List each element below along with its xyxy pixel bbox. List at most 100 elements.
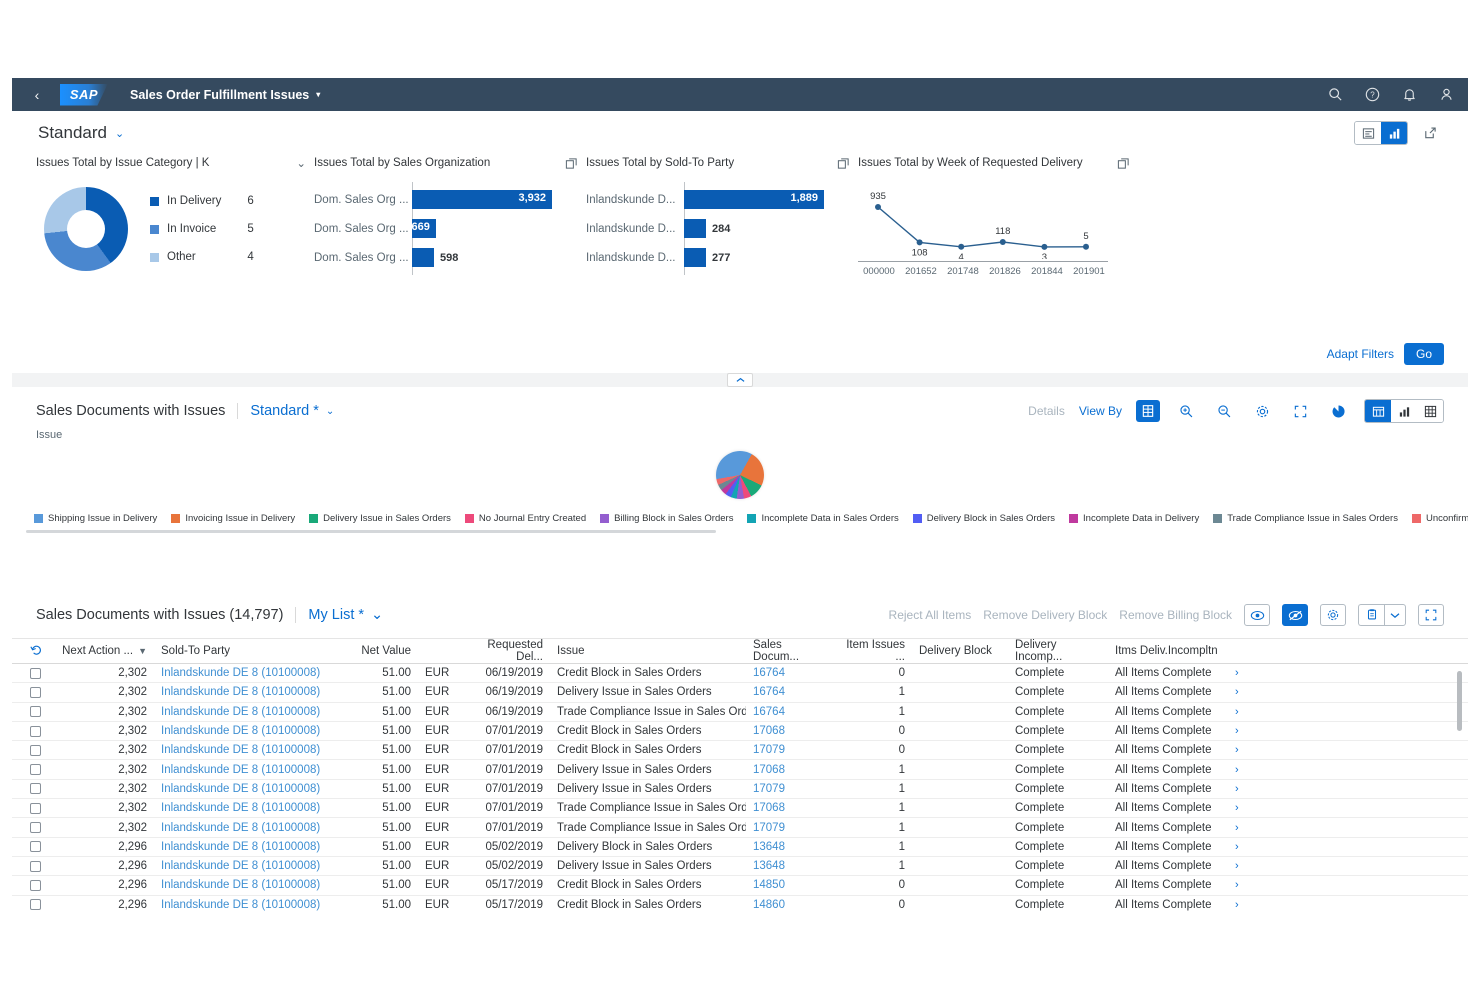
line-data-point[interactable] <box>1083 243 1089 250</box>
cell-sold-to-party[interactable]: Inlandskunde DE 8 (10100008) <box>154 779 344 800</box>
table-row[interactable]: 2,302 Inlandskunde DE 8 (10100008) 51.00 EU… <box>12 759 1468 780</box>
cell-navigation[interactable]: › <box>1228 682 1258 703</box>
chevron-right-icon[interactable]: › <box>1235 802 1239 814</box>
collapse-filter-bar-button[interactable] <box>727 373 753 387</box>
share-icon[interactable] <box>1418 122 1442 144</box>
undo-icon[interactable] <box>30 645 42 659</box>
bar-row[interactable]: Dom. Sales Org ... 669 <box>314 211 578 246</box>
sales-document-link[interactable]: 17079 <box>753 822 785 834</box>
bar-row[interactable]: Inlandskunde D... 284 <box>586 211 850 246</box>
row-checkbox[interactable] <box>30 841 41 853</box>
remove-billing-block-button[interactable]: Remove Billing Block <box>1119 608 1232 622</box>
sold-to-party-link[interactable]: Inlandskunde DE 8 (10100008) <box>161 860 320 872</box>
cell-navigation[interactable]: › <box>1228 663 1258 684</box>
cell-navigation[interactable]: › <box>1228 740 1258 761</box>
line-data-point[interactable] <box>916 239 923 246</box>
cell-sold-to-party[interactable]: Inlandskunde DE 8 (10100008) <box>154 759 344 780</box>
row-checkbox[interactable] <box>30 764 41 776</box>
pie-chart-icon[interactable] <box>1326 400 1350 422</box>
sales-document-link[interactable]: 14860 <box>753 899 785 911</box>
sales-document-link[interactable]: 17079 <box>753 783 785 795</box>
donut-legend-item[interactable]: Other 4 <box>150 251 254 263</box>
export-icon[interactable] <box>1358 604 1384 626</box>
bar[interactable] <box>684 248 706 267</box>
row-checkbox[interactable] <box>30 725 41 737</box>
cell-sold-to-party[interactable]: Inlandskunde DE 8 (10100008) <box>154 682 344 703</box>
cell-navigation[interactable]: › <box>1228 837 1258 857</box>
cell-sold-to-party[interactable]: Inlandskunde DE 8 (10100008) <box>154 740 344 761</box>
sales-document-link[interactable]: 16764 <box>753 706 785 718</box>
row-select-cell[interactable] <box>12 663 54 684</box>
hide-icon[interactable] <box>1282 604 1308 626</box>
cell-sold-to-party[interactable]: Inlandskunde DE 8 (10100008) <box>154 837 344 857</box>
undo-column-header[interactable] <box>12 638 54 664</box>
row-select-cell[interactable] <box>12 702 54 722</box>
app-title[interactable]: Sales Order Fulfillment Issues ▾ <box>130 88 320 102</box>
line-data-point[interactable] <box>875 204 881 210</box>
sales-document-link[interactable]: 17068 <box>753 725 785 737</box>
cell-sold-to-party[interactable]: Inlandskunde DE 8 (10100008) <box>154 875 344 896</box>
bar[interactable] <box>684 219 706 238</box>
donut-legend-item[interactable]: In Invoice 5 <box>150 223 254 235</box>
user-icon[interactable] <box>1439 87 1454 102</box>
table-row[interactable]: 2,302 Inlandskunde DE 8 (10100008) 51.00 EU… <box>12 798 1468 819</box>
sold-to-party-link[interactable]: Inlandskunde DE 8 (10100008) <box>161 841 320 853</box>
chevron-down-icon[interactable]: ⌄ <box>284 156 306 170</box>
adapt-filters-button[interactable]: Adapt Filters <box>1327 347 1394 361</box>
sales-document-link[interactable]: 17079 <box>753 744 785 756</box>
fullscreen-icon[interactable] <box>1418 604 1444 626</box>
chevron-right-icon[interactable]: › <box>1235 899 1239 911</box>
table-variant-selector[interactable]: My List * ⌄ <box>308 607 383 623</box>
line-data-point[interactable] <box>958 243 965 250</box>
bar[interactable]: 1,889 <box>684 190 824 209</box>
table-row[interactable]: 2,302 Inlandskunde DE 8 (10100008) 51.00 EU… <box>12 817 1468 838</box>
cell-sales-document[interactable]: 17068 <box>746 759 834 780</box>
chevron-right-icon[interactable]: › <box>1235 667 1239 679</box>
bar[interactable]: 669 <box>411 219 436 238</box>
row-select-cell[interactable] <box>12 895 54 913</box>
fullscreen-icon[interactable] <box>1288 400 1312 422</box>
pie-chart[interactable] <box>716 451 764 499</box>
cell-sales-document[interactable]: 17068 <box>746 721 834 742</box>
sold-to-party-link[interactable]: Inlandskunde DE 8 (10100008) <box>161 822 320 834</box>
cell-sold-to-party[interactable]: Inlandskunde DE 8 (10100008) <box>154 721 344 742</box>
cell-sales-document[interactable]: 16764 <box>746 702 834 722</box>
bar-row[interactable]: Inlandskunde D... 277 <box>586 240 850 275</box>
back-button[interactable]: ‹ <box>26 87 48 103</box>
cell-sold-to-party[interactable]: Inlandskunde DE 8 (10100008) <box>154 895 344 913</box>
line-data-point[interactable] <box>999 239 1006 245</box>
cell-sold-to-party[interactable]: Inlandskunde DE 8 (10100008) <box>154 702 344 722</box>
sales-document-link[interactable]: 17068 <box>753 764 785 776</box>
sold-to-party-bar-chart[interactable]: Inlandskunde D... 1,889 Inlandskunde D... 2… <box>586 182 850 275</box>
show-icon[interactable] <box>1244 604 1270 626</box>
sales-document-link[interactable]: 13648 <box>753 841 785 853</box>
chevron-right-icon[interactable]: › <box>1235 822 1239 834</box>
filter-variant-selector[interactable]: Standard ⌄ <box>38 123 124 143</box>
legend-item[interactable]: Trade Compliance Issue in Sales Orders <box>1213 513 1398 524</box>
sold-to-party-link[interactable]: Inlandskunde DE 8 (10100008) <box>161 744 320 756</box>
bar[interactable] <box>412 248 434 267</box>
table-row[interactable]: 2,296 Inlandskunde DE 8 (10100008) 51.00 EU… <box>12 837 1468 857</box>
cell-sales-document[interactable]: 13648 <box>746 856 834 877</box>
cell-sales-document[interactable]: 17079 <box>746 740 834 761</box>
column-items-delivery-incompletion[interactable]: Itms Deliv.Incompltn <box>1108 638 1228 664</box>
line-data-point[interactable] <box>1041 243 1048 250</box>
row-checkbox[interactable] <box>30 802 41 814</box>
cell-sold-to-party[interactable]: Inlandskunde DE 8 (10100008) <box>154 817 344 838</box>
sales-document-link[interactable]: 16764 <box>753 686 785 698</box>
cell-navigation[interactable]: › <box>1228 856 1258 877</box>
cell-navigation[interactable]: › <box>1228 721 1258 742</box>
bar-chart-icon[interactable] <box>1391 400 1417 422</box>
cell-navigation[interactable]: › <box>1228 779 1258 800</box>
chart-variant-selector[interactable]: Standard * ⌄ <box>250 403 334 419</box>
table-row[interactable]: 2,302 Inlandskunde DE 8 (10100008) 51.00 EU… <box>12 740 1468 761</box>
table-row[interactable]: 2,302 Inlandskunde DE 8 (10100008) 51.00 EU… <box>12 682 1468 703</box>
sold-to-party-link[interactable]: Inlandskunde DE 8 (10100008) <box>161 764 320 776</box>
chevron-right-icon[interactable]: › <box>1235 764 1239 776</box>
grid-icon[interactable] <box>1417 400 1443 422</box>
bar-row[interactable]: Dom. Sales Org ... 3,932 <box>314 182 578 217</box>
chevron-right-icon[interactable]: › <box>1235 744 1239 756</box>
reject-all-items-button[interactable]: Reject All Items <box>889 608 972 622</box>
cell-sold-to-party[interactable]: Inlandskunde DE 8 (10100008) <box>154 663 344 684</box>
sales-organization-bar-chart[interactable]: Dom. Sales Org ... 3,932 Dom. Sales Org ..… <box>314 182 578 275</box>
